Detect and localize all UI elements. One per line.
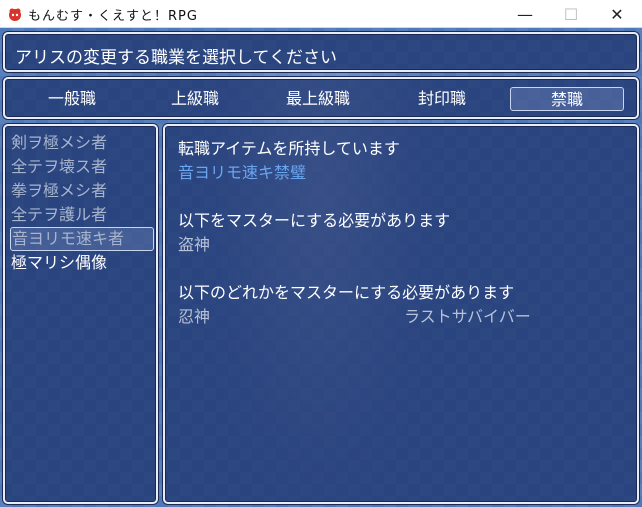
- tab-supreme-job[interactable]: 最上級職: [261, 87, 375, 111]
- help-text: アリスの変更する職業を選択してください: [15, 48, 337, 68]
- job-category-tabs: 一般職 上級職 最上級職 封印職 禁職: [3, 77, 639, 119]
- job-list-item[interactable]: 全テヲ護ル者: [11, 203, 151, 227]
- minimize-button[interactable]: —: [502, 0, 548, 28]
- window-titlebar: もんむす・くえすと！RPG — ☐ ✕: [0, 0, 642, 28]
- close-icon: ✕: [610, 4, 624, 24]
- window-title: もんむす・くえすと！RPG: [28, 9, 198, 24]
- optional-required-job: 忍神: [178, 307, 211, 326]
- tab-sealed-job[interactable]: 封印職: [385, 87, 499, 111]
- app-red-creature-icon: [9, 8, 21, 21]
- job-list: 剣ヲ極メシ者 全テヲ壊ス者 拳ヲ極メシ者 全テヲ護ル者 音ヨリモ速キ者 極マリシ…: [3, 124, 158, 504]
- job-list-item[interactable]: 極マリシ偶像: [11, 251, 151, 275]
- item-owned-heading: 転職アイテムを所持しています: [178, 139, 400, 158]
- job-list-item[interactable]: 拳ヲ極メシ者: [11, 179, 151, 203]
- tab-forbidden-job[interactable]: 禁職: [510, 87, 624, 111]
- maximize-button[interactable]: ☐: [548, 0, 594, 28]
- tab-general-job[interactable]: 一般職: [15, 87, 129, 111]
- required-any-heading: 以下のどれかをマスターにする必要があります: [178, 283, 515, 302]
- job-list-item[interactable]: 剣ヲ極メシ者: [11, 131, 151, 155]
- required-all-heading: 以下をマスターにする必要があります: [178, 211, 451, 230]
- help-window: アリスの変更する職業を選択してください: [3, 32, 639, 72]
- minimize-icon: —: [517, 4, 533, 24]
- job-list-item-selected[interactable]: 音ヨリモ速キ者: [10, 227, 154, 251]
- job-requirements-panel: 転職アイテムを所持しています 音ヨリモ速キ禁璧 以下をマスターにする必要がありま…: [163, 124, 639, 504]
- required-job: 盗神: [178, 235, 211, 254]
- job-list-item[interactable]: 全テヲ壊ス者: [11, 155, 151, 179]
- close-button[interactable]: ✕: [594, 0, 640, 28]
- maximize-icon: ☐: [563, 4, 579, 24]
- tab-advanced-job[interactable]: 上級職: [138, 87, 252, 111]
- optional-required-job: ラストサバイバー: [404, 307, 531, 326]
- class-change-item-name: 音ヨリモ速キ禁璧: [178, 163, 307, 182]
- game-screen: アリスの変更する職業を選択してください 一般職 上級職 最上級職 封印職 禁職 …: [0, 28, 642, 507]
